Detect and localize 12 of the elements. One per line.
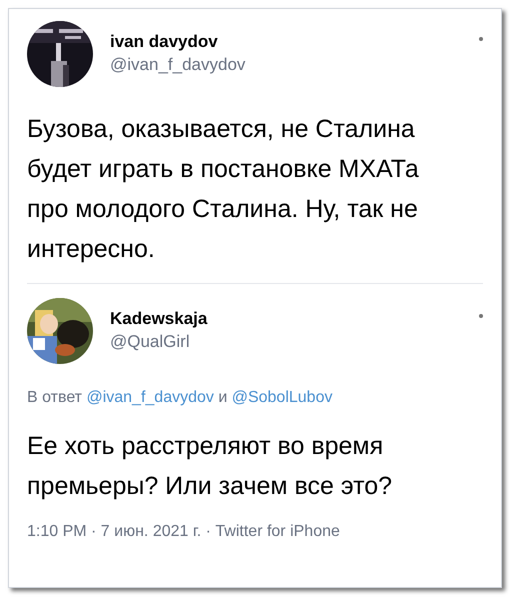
user-handle[interactable]: @QualGirl [110,330,462,354]
mention-link[interactable]: @SobolLubov [232,389,332,406]
more-icon[interactable] [479,314,483,318]
more-icon[interactable] [479,37,483,41]
timestamp: 1:10 PM · 7 июн. 2021 г. · Twitter for iPhone [27,522,341,542]
tweet-text: Ее хоть расстреляют во время премьеры? Или зачем все это? [27,431,394,502]
user-name[interactable]: ivan davydov [110,31,462,53]
user-handle[interactable]: @ivan_f_davydov [110,53,462,77]
tweet-text: Бузова, оказывается, не Сталина будет играть в постановке МХАТа про молодого Сталина. Ну, так не интересно. [27,114,420,265]
mention-link[interactable]: @ivan_f_davydov [86,389,214,406]
reply-line: В ответ @ivan_f_davydov и @SobolLubov [27,388,334,408]
user-name[interactable]: Kadewskaja [110,308,462,330]
